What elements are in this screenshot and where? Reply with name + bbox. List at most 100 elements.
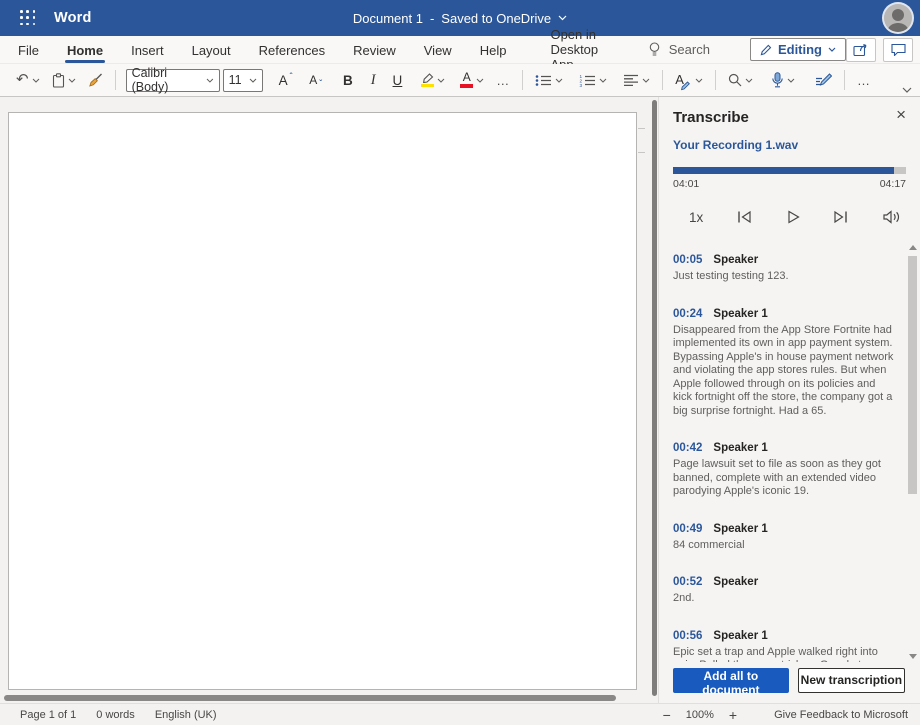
menu-tab-review[interactable]: Review <box>339 36 410 64</box>
find-button[interactable] <box>724 70 757 90</box>
entry-timestamp[interactable]: 00:49 <box>673 523 702 535</box>
menu-tab-home[interactable]: Home <box>53 36 117 64</box>
format-painter-button[interactable] <box>84 70 107 90</box>
menubar-right-icons <box>846 38 913 62</box>
new-transcription-button[interactable]: New transcription <box>798 668 905 693</box>
skip-back-button[interactable] <box>736 210 753 224</box>
feedback-link[interactable]: Give Feedback to Microsoft <box>774 709 908 721</box>
volume-button[interactable] <box>882 210 901 224</box>
alignment-button[interactable] <box>619 71 654 90</box>
save-status[interactable]: Saved to OneDrive <box>441 11 551 26</box>
menu-tab-insert[interactable]: Insert <box>117 36 178 64</box>
playback-speed-button[interactable]: 1x <box>689 210 703 225</box>
menu-tab-layout[interactable]: Layout <box>178 36 245 64</box>
skip-forward-icon <box>832 210 849 224</box>
entry-timestamp[interactable]: 00:52 <box>673 576 702 588</box>
scroll-up-arrow[interactable] <box>909 245 917 250</box>
zoom-out-button[interactable]: − <box>663 707 671 723</box>
more-font-options-button[interactable]: … <box>492 70 514 91</box>
zoom-level[interactable]: 100% <box>686 709 714 721</box>
entry-timestamp[interactable]: 00:05 <box>673 254 702 266</box>
italic-button[interactable]: I <box>367 69 380 92</box>
account-avatar[interactable] <box>884 4 912 32</box>
editor-button[interactable] <box>811 70 836 90</box>
bullet-list-button[interactable] <box>531 71 567 90</box>
menu-tab-file[interactable]: File <box>4 36 53 64</box>
editing-mode-dropdown[interactable]: Editing <box>750 38 846 61</box>
grow-font-button[interactable]: Aˆ <box>275 70 298 91</box>
entry-timestamp[interactable]: 00:56 <box>673 630 702 642</box>
scroll-down-arrow[interactable] <box>909 654 917 659</box>
document-title-area[interactable]: Document 1 - Saved to OneDrive <box>0 0 920 36</box>
font-size-select[interactable]: 11 <box>223 69 263 92</box>
font-color-button[interactable]: A <box>456 69 488 91</box>
entry-header: 00:56 Speaker 1 <box>673 630 897 642</box>
shrink-font-icon: A <box>309 73 317 87</box>
numbered-list-icon: 1 2 3 <box>579 74 596 87</box>
transcript-entry[interactable]: 00:49 Speaker 1 84 commercial <box>673 523 897 553</box>
font-size-value: 11 <box>229 73 242 87</box>
more-ribbon-commands-button[interactable]: … <box>853 70 875 91</box>
comment-icon <box>891 43 906 56</box>
underline-icon: U <box>393 73 403 88</box>
menu-tab-view[interactable]: View <box>410 36 466 64</box>
language-selector[interactable]: English (UK) <box>155 709 217 721</box>
app-launcher-waffle-icon[interactable] <box>20 10 36 26</box>
entry-text: Disappeared from the App Store Fortnite … <box>673 324 897 419</box>
entry-timestamp[interactable]: 00:42 <box>673 442 702 454</box>
font-name-select[interactable]: Calibri (Body) <box>126 69 220 92</box>
transcript-entry[interactable]: 00:52 Speaker 2nd. <box>673 576 897 606</box>
chevron-down-icon <box>787 78 795 83</box>
transcript-entry[interactable]: 00:56 Speaker 1 Epic set a trap and Appl… <box>673 630 897 663</box>
entry-header: 00:24 Speaker 1 <box>673 308 897 320</box>
transcript-entry[interactable]: 00:42 Speaker 1 Page lawsuit set to file… <box>673 442 897 499</box>
bold-button[interactable]: B <box>339 70 357 91</box>
ribbon-toolbar: ↶ Calibri (Body) 11 Aˆ <box>0 64 920 97</box>
play-button[interactable] <box>786 210 800 224</box>
transcript-entry[interactable]: 00:24 Speaker 1 Disappeared from the App… <box>673 308 897 419</box>
chevron-down-icon <box>249 78 257 83</box>
entry-text: Page lawsuit set to file as soon as they… <box>673 458 897 499</box>
entry-speaker: Speaker <box>713 254 758 266</box>
comments-button[interactable] <box>883 38 913 62</box>
zoom-in-button[interactable]: + <box>729 707 737 723</box>
styles-button[interactable]: A <box>671 68 707 92</box>
document-vertical-scrollbar[interactable] <box>652 100 657 696</box>
search-box[interactable]: Search <box>649 42 710 57</box>
collapse-ribbon-button[interactable] <box>902 87 912 93</box>
entry-timestamp[interactable]: 00:24 <box>673 308 702 320</box>
word-count[interactable]: 0 words <box>96 709 135 721</box>
numbered-list-button[interactable]: 1 2 3 <box>575 71 611 90</box>
share-button[interactable] <box>846 38 876 62</box>
close-panel-button[interactable]: × <box>896 106 906 123</box>
underline-button[interactable]: U <box>389 70 407 91</box>
editing-label: Editing <box>778 42 822 57</box>
paste-button[interactable] <box>48 70 80 91</box>
search-placeholder: Search <box>669 42 710 57</box>
document-page[interactable] <box>8 112 637 690</box>
undo-button[interactable]: ↶ <box>12 70 44 90</box>
scrollbar-thumb[interactable] <box>908 256 917 494</box>
add-all-to-document-button[interactable]: Add all to document <box>673 668 789 693</box>
align-text-icon <box>623 74 639 87</box>
shrink-font-button[interactable]: Aˇ <box>305 70 327 90</box>
menu-tab-help[interactable]: Help <box>466 36 521 64</box>
title-separator: - <box>430 11 434 26</box>
audio-progress-bar[interactable] <box>673 167 906 174</box>
document-horizontal-scrollbar[interactable] <box>4 695 616 701</box>
clipboard-icon <box>52 73 65 88</box>
skip-forward-button[interactable] <box>832 210 849 224</box>
chevron-down-icon <box>828 47 836 52</box>
transcript-entry[interactable]: 00:05 Speaker Just testing testing 123. <box>673 254 897 284</box>
skip-back-icon <box>736 210 753 224</box>
document-title[interactable]: Document 1 <box>353 11 423 26</box>
dictate-button[interactable] <box>767 69 799 91</box>
menu-tab-references[interactable]: References <box>245 36 339 64</box>
highlight-color-button[interactable] <box>416 70 449 91</box>
recording-file-link[interactable]: Your Recording 1.wav <box>673 138 798 152</box>
ribbon-separator <box>115 70 116 90</box>
entry-text: Just testing testing 123. <box>673 270 897 284</box>
play-icon <box>786 210 800 224</box>
page-count[interactable]: Page 1 of 1 <box>20 709 76 721</box>
chevron-down-icon[interactable] <box>558 15 567 21</box>
